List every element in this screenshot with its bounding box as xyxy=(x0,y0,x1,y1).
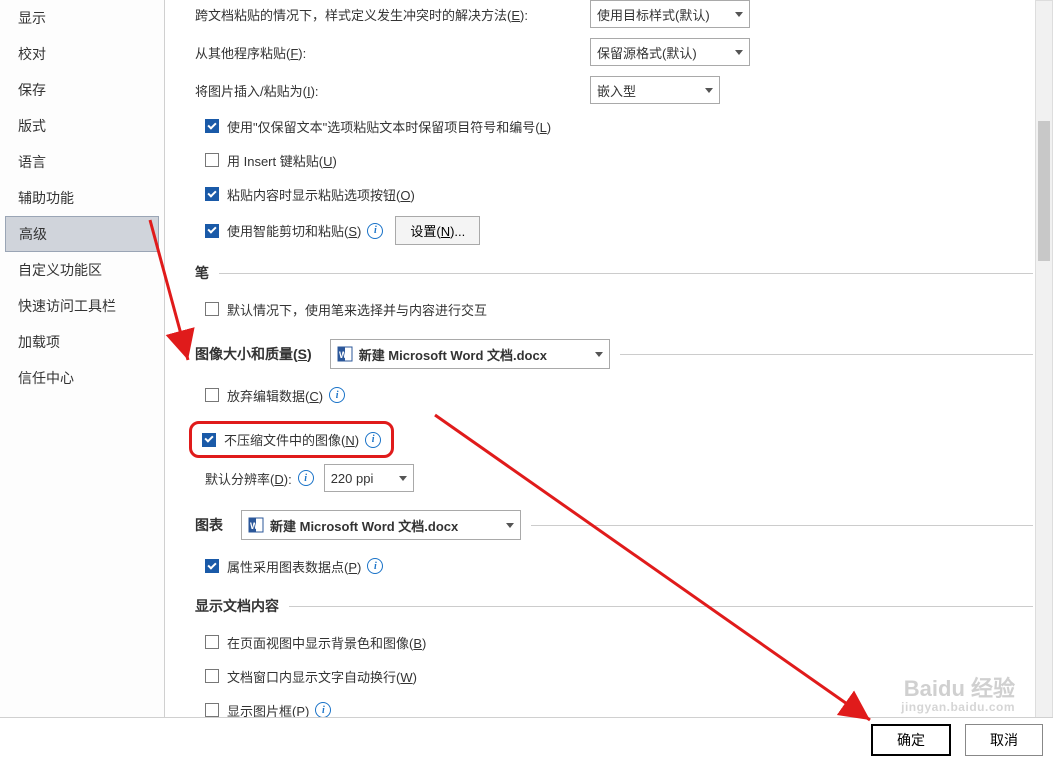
highlight-annotation: 不压缩文件中的图像(N) i xyxy=(189,421,394,458)
other-program-paste-label: 从其他程序粘贴(F): xyxy=(195,43,590,62)
sidebar-item-display[interactable]: 显示 xyxy=(0,0,164,36)
sidebar-item-advanced[interactable]: 高级 xyxy=(5,216,159,252)
no-compress-images-label: 不压缩文件中的图像(N) xyxy=(224,430,359,449)
settings-button[interactable]: 设置(N)... xyxy=(395,216,480,245)
info-icon[interactable]: i xyxy=(367,558,383,574)
section-header-pen: 笔 xyxy=(195,263,1033,283)
show-bg-color-checkbox[interactable] xyxy=(205,635,219,649)
sidebar-item-save[interactable]: 保存 xyxy=(0,72,164,108)
sidebar-item-trust-center[interactable]: 信任中心 xyxy=(0,360,164,396)
smart-cut-paste-checkbox[interactable] xyxy=(205,224,219,238)
section-header-display-content: 显示文档内容 xyxy=(195,596,1033,616)
section-header-image: 图像大小和质量(S) W 新建 Microsoft Word 文档.docx xyxy=(195,339,1033,369)
sidebar-nav: 显示 校对 保存 版式 语言 辅助功能 高级 自定义功能区 快速访问工具栏 加载… xyxy=(0,0,165,717)
smart-cut-paste-label: 使用智能剪切和粘贴(S) xyxy=(227,221,361,240)
keep-bullets-checkbox[interactable] xyxy=(205,119,219,133)
pen-default-label: 默认情况下，使用笔来选择并与内容进行交互 xyxy=(227,300,487,319)
info-icon[interactable]: i xyxy=(315,702,331,717)
sidebar-item-language[interactable]: 语言 xyxy=(0,144,164,180)
insert-picture-as-label: 将图片插入/粘贴为(I): xyxy=(195,81,590,100)
sidebar-item-accessibility[interactable]: 辅助功能 xyxy=(0,180,164,216)
info-icon[interactable]: i xyxy=(298,470,314,486)
info-icon[interactable]: i xyxy=(367,223,383,239)
default-resolution-label: 默认分辨率(D): xyxy=(205,469,292,488)
svg-text:W: W xyxy=(250,521,259,531)
chart-document-select[interactable]: W 新建 Microsoft Word 文档.docx xyxy=(241,510,521,540)
other-program-paste-select[interactable]: 保留源格式(默认) xyxy=(590,38,750,66)
show-bg-color-label: 在页面视图中显示背景色和图像(B) xyxy=(227,633,426,652)
word-doc-icon: W xyxy=(248,517,264,533)
content-panel: 跨文档粘贴的情况下，样式定义发生冲突时的解决方法(E): 使用目标样式(默认) … xyxy=(165,0,1053,717)
chart-datapoints-checkbox[interactable] xyxy=(205,559,219,573)
sidebar-item-quick-access[interactable]: 快速访问工具栏 xyxy=(0,288,164,324)
sidebar-item-customize-ribbon[interactable]: 自定义功能区 xyxy=(0,252,164,288)
sidebar-item-proofing[interactable]: 校对 xyxy=(0,36,164,72)
cross-doc-paste-label: 跨文档粘贴的情况下，样式定义发生冲突时的解决方法(E): xyxy=(195,5,590,24)
show-picture-frame-checkbox[interactable] xyxy=(205,703,219,717)
no-compress-images-checkbox[interactable] xyxy=(202,433,216,447)
show-paste-options-label: 粘贴内容时显示粘贴选项按钮(O) xyxy=(227,185,415,204)
chart-datapoints-label: 属性采用图表数据点(P) xyxy=(227,557,361,576)
insert-key-paste-label: 用 Insert 键粘贴(U) xyxy=(227,151,337,170)
word-doc-icon: W xyxy=(337,346,353,362)
default-resolution-select[interactable]: 220 ppi xyxy=(324,464,414,492)
discard-edit-data-checkbox[interactable] xyxy=(205,388,219,402)
dialog-footer: 确定 取消 xyxy=(871,724,1043,756)
chevron-down-icon xyxy=(506,523,514,528)
insert-key-paste-checkbox[interactable] xyxy=(205,153,219,167)
svg-text:W: W xyxy=(339,350,348,360)
discard-edit-data-label: 放弃编辑数据(C) xyxy=(227,386,323,405)
cancel-button[interactable]: 取消 xyxy=(965,724,1043,756)
sidebar-item-layout[interactable]: 版式 xyxy=(0,108,164,144)
section-header-chart: 图表 W 新建 Microsoft Word 文档.docx xyxy=(195,510,1033,540)
info-icon[interactable]: i xyxy=(365,432,381,448)
vertical-scrollbar[interactable] xyxy=(1035,0,1053,717)
keep-bullets-label: 使用"仅保留文本"选项粘贴文本时保留项目符号和编号(L) xyxy=(227,117,551,136)
sidebar-item-addins[interactable]: 加载项 xyxy=(0,324,164,360)
chevron-down-icon xyxy=(595,352,603,357)
chevron-down-icon xyxy=(735,50,743,55)
image-document-select[interactable]: W 新建 Microsoft Word 文档.docx xyxy=(330,339,610,369)
show-paste-options-checkbox[interactable] xyxy=(205,187,219,201)
chevron-down-icon xyxy=(399,476,407,481)
cross-doc-paste-select[interactable]: 使用目标样式(默认) xyxy=(590,0,750,28)
chevron-down-icon xyxy=(735,12,743,17)
wrap-text-checkbox[interactable] xyxy=(205,669,219,683)
scrollbar-thumb[interactable] xyxy=(1038,121,1050,261)
info-icon[interactable]: i xyxy=(329,387,345,403)
chevron-down-icon xyxy=(705,88,713,93)
ok-button[interactable]: 确定 xyxy=(871,724,951,756)
insert-picture-as-select[interactable]: 嵌入型 xyxy=(590,76,720,104)
wrap-text-label: 文档窗口内显示文字自动换行(W) xyxy=(227,667,417,686)
show-picture-frame-label: 显示图片框(P) xyxy=(227,701,309,718)
pen-default-checkbox[interactable] xyxy=(205,302,219,316)
